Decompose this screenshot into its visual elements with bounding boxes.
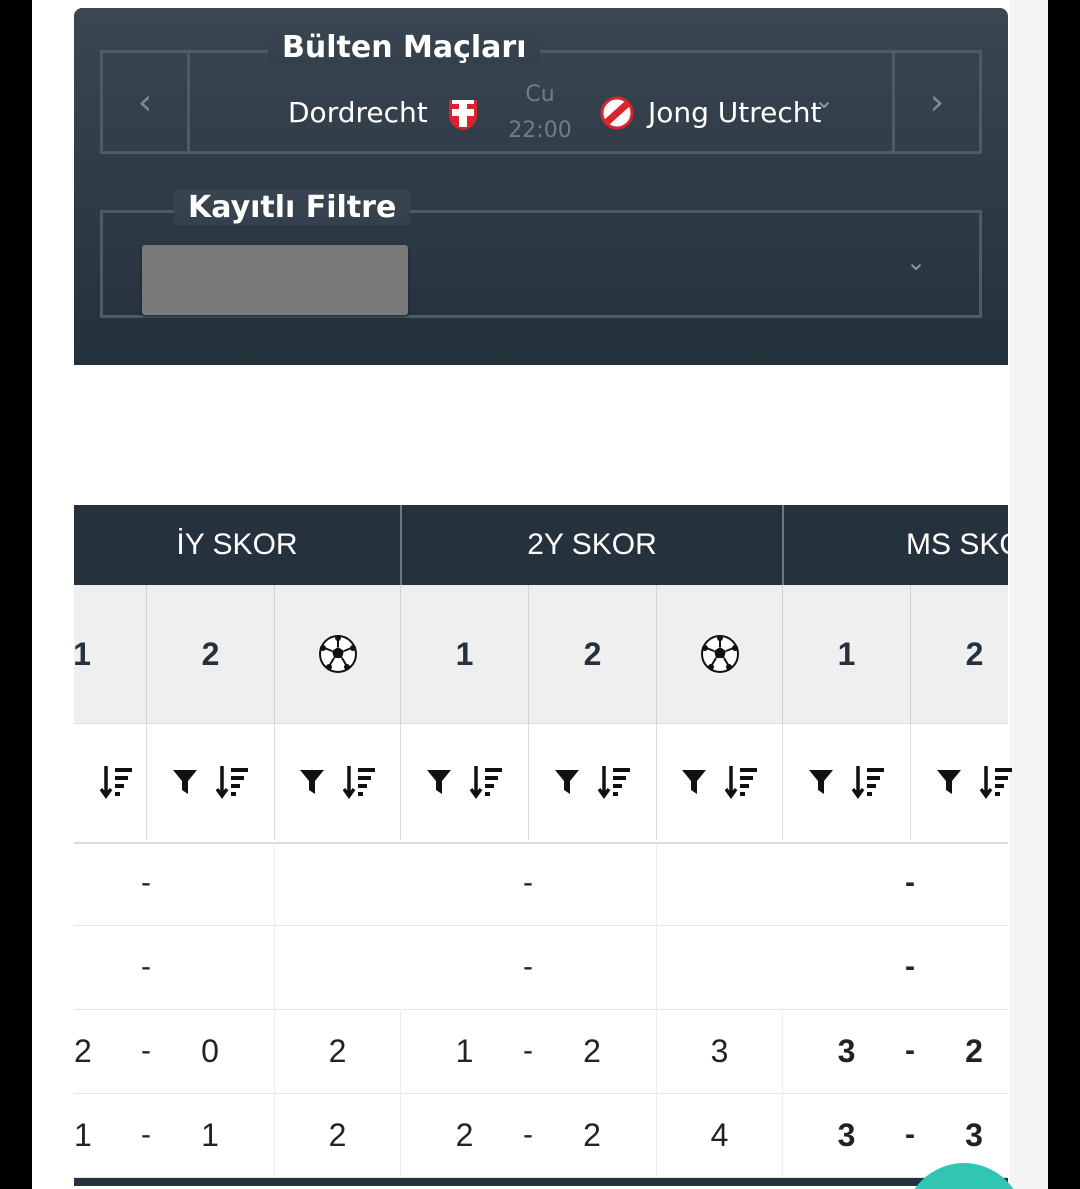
sub-header-ms-home: 1 bbox=[782, 585, 910, 723]
sort-icon[interactable] bbox=[724, 764, 759, 800]
sub-header-iy-goals bbox=[274, 585, 400, 723]
away-team-name: Jong Utrecht bbox=[648, 96, 822, 129]
table-row: - - - bbox=[74, 841, 1008, 926]
sort-icon[interactable] bbox=[979, 764, 1014, 800]
iy-away-cell: 0 bbox=[201, 1032, 219, 1069]
filter-icon[interactable] bbox=[299, 768, 325, 796]
prev-match-button[interactable]: ‹ bbox=[100, 50, 190, 154]
home-team-name: Dordrecht bbox=[288, 96, 428, 129]
header-second-half-score: 2Y SKOR bbox=[400, 505, 782, 585]
sub-header-iy-away: 2 bbox=[146, 585, 274, 723]
2y-separator: - bbox=[523, 950, 533, 983]
iy-goals-cell bbox=[274, 841, 400, 925]
filter-icon[interactable] bbox=[172, 768, 198, 796]
saved-filter-legend: Kayıtlı Filtre bbox=[174, 190, 411, 225]
soccer-ball-icon bbox=[700, 635, 739, 673]
controls-2y-home bbox=[400, 724, 528, 840]
table-row: 1 - 1 2 2 - 2 4 3 - 3 bbox=[74, 1093, 1008, 1178]
ms-away-cell: 2 bbox=[965, 1032, 983, 1069]
sub-header-row: 1 2 1 2 1 2 bbox=[73, 585, 1008, 723]
2y-goals-cell: 3 bbox=[656, 1009, 782, 1093]
iy-away-cell: 1 bbox=[201, 1116, 219, 1153]
2y-away-cell: 2 bbox=[583, 1032, 601, 1069]
2y-away-cell: 2 bbox=[583, 1116, 601, 1153]
horizontal-scrollbar[interactable] bbox=[74, 1178, 1008, 1186]
2y-goals-cell bbox=[656, 925, 782, 1009]
table-row: 2 - 0 2 1 - 2 3 3 - 2 bbox=[74, 1009, 1008, 1094]
home-team-crest-icon bbox=[449, 100, 477, 130]
filter-icon[interactable] bbox=[426, 768, 452, 796]
sub-header-ms-away: 2 bbox=[910, 585, 1038, 723]
away-team-crest-icon bbox=[600, 96, 634, 130]
fixtures-dropdown-chevron-icon: ⌄ bbox=[814, 87, 835, 114]
controls-iy-home bbox=[32, 724, 146, 840]
saved-filter-dropdown-chevron-icon: ⌄ bbox=[906, 249, 927, 276]
sub-header-iy-home: 1 bbox=[73, 635, 91, 672]
iy-separator: - bbox=[141, 866, 151, 899]
fixtures-legend: Bülten Maçları bbox=[268, 30, 541, 65]
header-full-time-score: MS SKOR bbox=[782, 505, 1008, 585]
2y-goals-cell bbox=[656, 841, 782, 925]
controls-iy-goals bbox=[274, 724, 400, 840]
controls-ms-home bbox=[782, 724, 910, 840]
match-day: Cu bbox=[525, 82, 555, 107]
iy-separator: - bbox=[141, 950, 151, 983]
filter-panel: ‹ › Bülten Maçları Dordrecht Cu 22:00 Jo… bbox=[74, 8, 1008, 365]
ms-separator: - bbox=[905, 950, 915, 983]
sort-icon[interactable] bbox=[215, 764, 250, 800]
page: ‹ › Bülten Maçları Dordrecht Cu 22:00 Jo… bbox=[32, 0, 1048, 1189]
2y-goals-cell: 4 bbox=[656, 1093, 782, 1177]
header-first-half-score: İY SKOR bbox=[74, 505, 400, 585]
soccer-ball-icon bbox=[318, 635, 357, 673]
controls-2y-goals bbox=[656, 724, 782, 840]
sort-icon[interactable] bbox=[851, 764, 886, 800]
filter-icon[interactable] bbox=[808, 768, 834, 796]
chevron-right-icon: › bbox=[929, 81, 945, 123]
filter-icon[interactable] bbox=[554, 768, 580, 796]
sub-header-2y-away: 2 bbox=[528, 585, 656, 723]
controls-2y-away bbox=[528, 724, 656, 840]
match-time: 22:00 bbox=[508, 118, 572, 143]
table-row: - - - bbox=[74, 925, 1008, 1010]
next-match-button[interactable]: › bbox=[892, 50, 982, 154]
filter-sort-row bbox=[74, 723, 1012, 844]
sort-icon[interactable] bbox=[100, 764, 134, 800]
header-full-time-score-label: MS SKOR bbox=[906, 528, 1008, 561]
2y-separator: - bbox=[523, 866, 533, 899]
filter-icon[interactable] bbox=[681, 768, 707, 796]
sort-icon[interactable] bbox=[469, 764, 504, 800]
iy-goals-cell: 2 bbox=[274, 1093, 400, 1177]
iy-goals-cell: 2 bbox=[274, 1009, 400, 1093]
redacted-filter-value bbox=[142, 245, 408, 315]
sort-icon[interactable] bbox=[342, 764, 377, 800]
chevron-left-icon: ‹ bbox=[137, 81, 153, 123]
iy-goals-cell bbox=[274, 925, 400, 1009]
controls-ms-away bbox=[910, 724, 1038, 840]
controls-iy-away bbox=[146, 724, 274, 840]
filter-icon[interactable] bbox=[936, 768, 962, 796]
sub-header-2y-home: 1 bbox=[400, 585, 528, 723]
sub-header-2y-goals bbox=[656, 585, 782, 723]
sort-icon[interactable] bbox=[597, 764, 632, 800]
ms-separator: - bbox=[905, 866, 915, 899]
